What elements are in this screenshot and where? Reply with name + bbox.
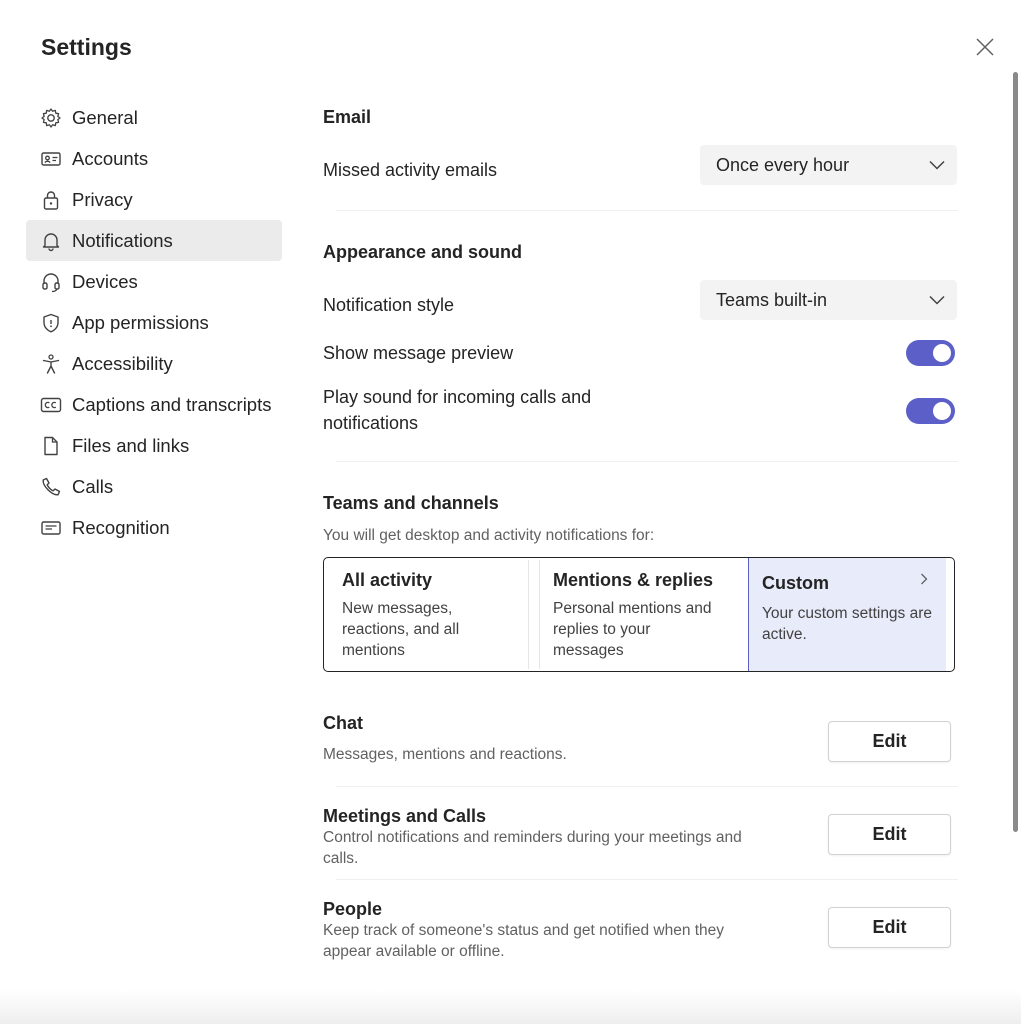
meetings-description: Control notifications and reminders duri… xyxy=(323,827,742,869)
recognition-card-icon xyxy=(40,517,62,539)
option-description: New messages, reactions, and all mention… xyxy=(342,598,514,661)
sidebar-item-privacy[interactable]: Privacy xyxy=(26,179,282,220)
sidebar-item-recognition[interactable]: Recognition xyxy=(26,507,282,548)
missed-activity-dropdown[interactable]: Once every hour xyxy=(700,145,957,185)
meetings-description-line1: Control notifications and reminders duri… xyxy=(323,829,742,846)
meetings-heading: Meetings and Calls xyxy=(323,806,487,826)
chat-heading: Chat xyxy=(323,713,363,733)
chevron-down-icon xyxy=(917,295,957,305)
option-description-line: reactions, and all xyxy=(342,621,460,638)
option-mentions-replies[interactable]: Mentions & replies Personal mentions and… xyxy=(540,558,738,671)
option-description-line: New messages, xyxy=(342,600,453,617)
gear-icon xyxy=(40,107,62,129)
people-description-line2: appear available or offline. xyxy=(323,943,505,960)
option-title: Custom xyxy=(762,573,829,593)
section-divider xyxy=(336,786,958,787)
sidebar-item-accessibility[interactable]: Accessibility xyxy=(26,343,282,384)
id-card-icon xyxy=(40,148,62,170)
appearance-heading: Appearance and sound xyxy=(323,242,523,262)
missed-activity-label: Missed activity emails xyxy=(323,160,498,180)
sidebar-item-label: Captions and transcripts xyxy=(72,393,272,415)
option-description-line: active. xyxy=(762,626,807,643)
accessibility-icon xyxy=(40,353,62,375)
chat-edit-button[interactable]: Edit xyxy=(828,721,951,762)
dialog-title: Settings xyxy=(41,34,132,60)
dropdown-value: Teams built-in xyxy=(716,289,828,310)
sidebar-item-general[interactable]: General xyxy=(26,97,282,138)
option-title: All activity xyxy=(342,570,433,590)
notification-level-options: All activity New messages, reactions, an… xyxy=(323,557,955,672)
chevron-right-icon xyxy=(920,572,928,590)
sidebar-item-app-permissions[interactable]: App permissions xyxy=(26,302,282,343)
closed-captions-icon xyxy=(40,394,62,416)
sidebar-item-label: Devices xyxy=(72,270,138,292)
option-separator xyxy=(528,560,529,669)
option-description-line: mentions xyxy=(342,642,405,659)
notification-style-dropdown[interactable]: Teams built-in xyxy=(700,280,957,320)
people-description-line1: Keep track of someone's status and get n… xyxy=(323,922,725,939)
close-button[interactable] xyxy=(972,34,998,60)
option-description-line: Your custom settings are xyxy=(762,605,933,622)
option-description: Personal mentions and replies to your me… xyxy=(553,598,724,661)
scrollbar-thumb[interactable] xyxy=(1013,72,1018,832)
section-divider xyxy=(336,210,958,211)
sidebar-item-notifications[interactable]: Notifications xyxy=(26,220,282,261)
lock-icon xyxy=(40,189,62,211)
phone-icon xyxy=(40,476,62,498)
section-divider xyxy=(336,461,958,462)
toggle-knob xyxy=(933,344,951,362)
sidebar-item-label: Accounts xyxy=(72,147,149,169)
sidebar-item-label: Files and links xyxy=(72,434,190,456)
sidebar-item-calls[interactable]: Calls xyxy=(26,466,282,507)
sidebar-item-files-and-links[interactable]: Files and links xyxy=(26,425,282,466)
play-sound-label-line1: Play sound for incoming calls and xyxy=(323,387,592,407)
sidebar-item-label: Calls xyxy=(72,475,114,497)
option-all-activity[interactable]: All activity New messages, reactions, an… xyxy=(324,558,528,671)
show-preview-label: Show message preview xyxy=(323,343,514,363)
people-edit-button[interactable]: Edit xyxy=(828,907,951,948)
dialog-bottom-edge xyxy=(0,990,1021,1024)
chevron-down-icon xyxy=(917,160,957,170)
bell-icon xyxy=(40,230,62,252)
shield-icon xyxy=(40,312,62,334)
meetings-edit-button[interactable]: Edit xyxy=(828,814,951,855)
show-preview-toggle[interactable] xyxy=(906,340,955,366)
meetings-description-line2: calls. xyxy=(323,850,359,867)
play-sound-label-line2: notifications xyxy=(323,413,419,433)
chat-description: Messages, mentions and reactions. xyxy=(323,746,567,763)
sidebar-item-label: Notifications xyxy=(72,229,173,251)
option-title: Mentions & replies xyxy=(553,570,714,590)
settings-sidebar: General Accounts Privacy Notifications D… xyxy=(26,97,282,548)
teams-channels-description: You will get desktop and activity notifi… xyxy=(323,527,655,544)
section-divider xyxy=(336,879,958,880)
play-sound-label: Play sound for incoming calls and notifi… xyxy=(323,384,591,436)
people-description: Keep track of someone's status and get n… xyxy=(323,920,724,962)
sidebar-item-accounts[interactable]: Accounts xyxy=(26,138,282,179)
sidebar-item-captions[interactable]: Captions and transcripts xyxy=(26,384,282,425)
teams-channels-heading: Teams and channels xyxy=(323,493,499,513)
toggle-knob xyxy=(933,402,951,420)
sidebar-item-label: Accessibility xyxy=(72,352,173,374)
notification-style-label: Notification style xyxy=(323,295,455,315)
option-custom[interactable]: Custom Your custom settings are active. xyxy=(748,558,946,671)
option-description-line: Personal mentions and xyxy=(553,600,712,617)
headset-icon xyxy=(40,271,62,293)
option-description: Your custom settings are active. xyxy=(762,603,932,645)
sidebar-item-label: Privacy xyxy=(72,188,133,210)
email-heading: Email xyxy=(323,107,372,127)
play-sound-toggle[interactable] xyxy=(906,398,955,424)
sidebar-item-label: App permissions xyxy=(72,311,209,333)
option-description-line: replies to your messages xyxy=(553,621,651,659)
sidebar-item-label: General xyxy=(72,106,138,128)
dropdown-value: Once every hour xyxy=(716,154,850,175)
document-icon xyxy=(40,435,62,457)
sidebar-item-label: Recognition xyxy=(72,516,170,538)
close-icon xyxy=(976,38,994,56)
people-heading: People xyxy=(323,899,383,919)
sidebar-item-devices[interactable]: Devices xyxy=(26,261,282,302)
